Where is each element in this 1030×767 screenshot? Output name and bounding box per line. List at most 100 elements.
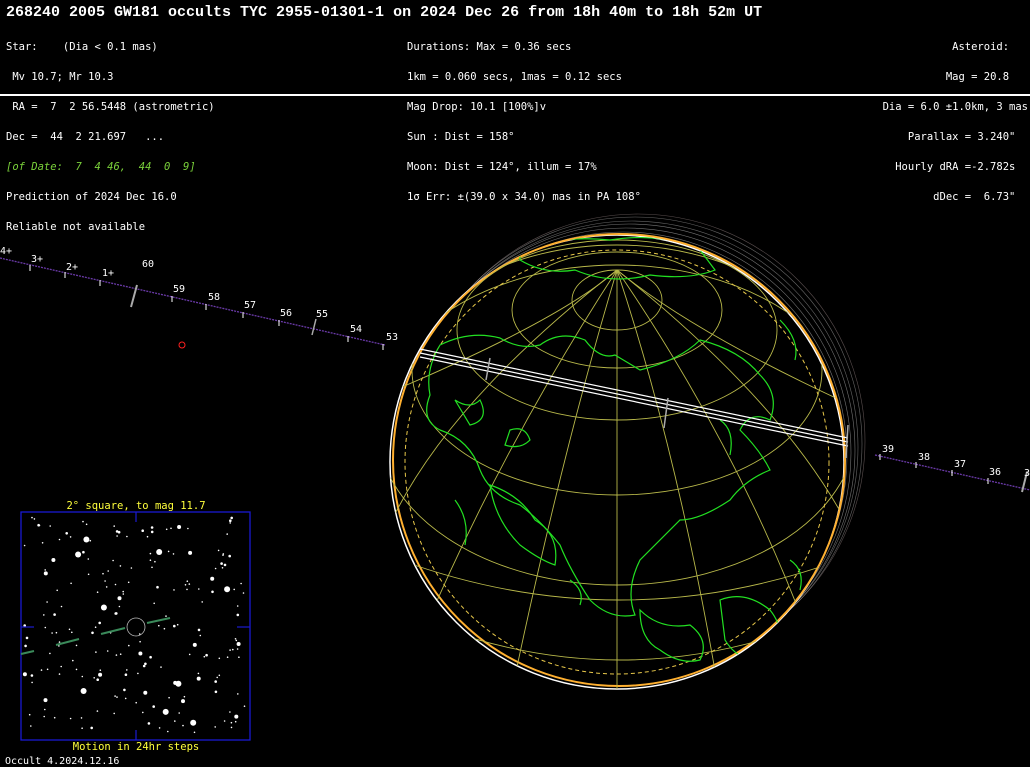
event-line: 1km = 0.060 secs, 1mas = 0.12 secs xyxy=(407,71,622,83)
inset-star xyxy=(196,676,201,681)
inset-star xyxy=(214,726,216,728)
inset-star xyxy=(243,705,246,707)
inset-star xyxy=(186,580,189,582)
inset-star xyxy=(96,710,99,712)
inset-star xyxy=(143,690,148,695)
inset-star xyxy=(51,632,53,634)
inset-star xyxy=(214,567,217,570)
inset-star xyxy=(65,532,68,535)
track-label: 53 xyxy=(386,332,398,343)
inset-star xyxy=(229,522,231,524)
inset-star xyxy=(117,596,122,601)
inset-star xyxy=(230,516,233,520)
inset-star xyxy=(130,567,133,569)
inset-star xyxy=(82,520,84,523)
inset-star xyxy=(237,693,239,695)
inset-star xyxy=(71,631,73,634)
inset-star xyxy=(128,644,130,647)
track-label: 1+ xyxy=(102,268,114,279)
inset-star xyxy=(96,591,99,593)
inset-star xyxy=(55,631,58,634)
inset-star xyxy=(197,628,201,632)
inset-frame xyxy=(20,511,251,741)
inset-star xyxy=(238,656,240,658)
inset-star xyxy=(236,642,241,646)
inset-star xyxy=(193,731,196,734)
inset-star xyxy=(53,613,56,616)
inset-star xyxy=(98,621,101,625)
inset-star xyxy=(72,659,74,662)
inset-star xyxy=(106,650,109,652)
track-left-ticks xyxy=(29,265,384,350)
inset-star xyxy=(236,648,239,650)
star-line: Mv 10.7; Mr 10.3 xyxy=(6,71,114,83)
inset-star xyxy=(40,669,43,671)
version-footer: Occult 4.2024.12.16 xyxy=(5,756,120,767)
inset-star xyxy=(174,720,176,722)
inset-star xyxy=(116,696,118,698)
inset-star xyxy=(165,615,167,617)
track-label: 55 xyxy=(316,309,328,320)
inset-star xyxy=(167,550,170,553)
inset-star xyxy=(178,712,180,714)
inset-star xyxy=(112,559,114,562)
inset-star xyxy=(233,588,235,591)
inset-star xyxy=(90,726,93,730)
inset-star xyxy=(217,549,220,552)
inset-star xyxy=(46,668,49,671)
track-label: 58 xyxy=(208,292,220,303)
inset-star xyxy=(211,590,214,594)
inset-star xyxy=(41,542,44,544)
inset-star xyxy=(201,601,203,603)
inset-star xyxy=(154,560,156,563)
inset-star xyxy=(184,584,187,586)
inset-star xyxy=(49,525,51,527)
inset-star xyxy=(58,538,61,541)
inset-star xyxy=(234,720,237,723)
inset-star xyxy=(146,535,149,538)
inset-star xyxy=(223,563,227,567)
inset-star xyxy=(115,612,118,615)
inset-star xyxy=(124,673,128,676)
inset-star xyxy=(188,550,193,555)
inset-star xyxy=(122,590,124,593)
inset-star xyxy=(81,675,84,678)
inset-star xyxy=(123,688,126,692)
inset-star xyxy=(44,569,46,571)
inset-star xyxy=(229,519,232,522)
inset-star xyxy=(46,601,48,603)
track-label: 54 xyxy=(350,324,362,335)
inset-star xyxy=(234,714,239,719)
track-left xyxy=(0,257,386,346)
inset-star xyxy=(141,529,144,532)
inset-star xyxy=(177,525,182,529)
inset-star xyxy=(68,628,71,631)
inset-star xyxy=(199,634,202,637)
inset-star xyxy=(43,698,48,703)
inset-star xyxy=(142,664,146,668)
prediction-header: 268240 2005 GW181 occults TYC 2955-01301… xyxy=(0,0,1030,232)
inset-star xyxy=(113,712,115,715)
track-right-labels: 39 38 37 36 35 xyxy=(882,444,1030,479)
inset-star xyxy=(216,676,218,679)
inset-star xyxy=(30,725,32,727)
inset-star xyxy=(182,724,184,727)
inset-star xyxy=(230,721,233,724)
inset-star xyxy=(158,624,160,627)
inset-star xyxy=(28,713,31,716)
inset-star xyxy=(95,651,97,653)
inset-star xyxy=(153,602,155,605)
inset-star xyxy=(221,567,224,569)
inset-star xyxy=(43,571,48,576)
inset-star xyxy=(87,573,90,576)
inset-star xyxy=(124,697,127,700)
inset-star xyxy=(87,558,90,560)
inset-star xyxy=(31,681,33,684)
inset-star xyxy=(173,589,175,591)
inset-star xyxy=(223,720,226,722)
track-label: 38 xyxy=(918,452,930,463)
inset-star xyxy=(187,527,189,530)
inset-star xyxy=(93,677,95,679)
inset-star xyxy=(158,727,161,729)
inset-star xyxy=(147,722,151,725)
